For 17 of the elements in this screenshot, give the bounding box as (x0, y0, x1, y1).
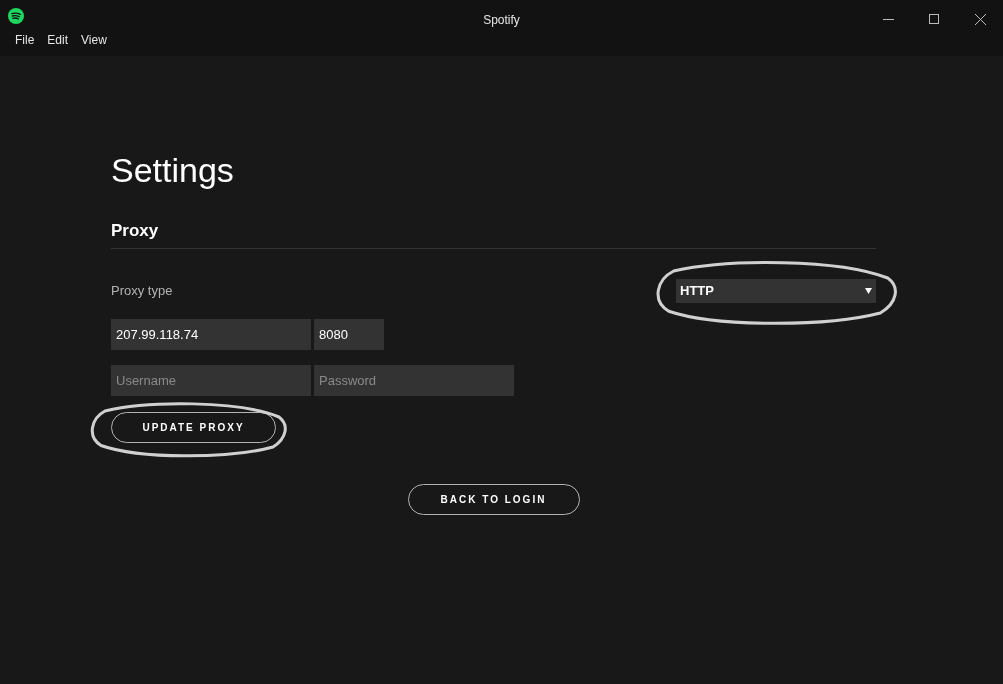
section-heading: Proxy (111, 220, 159, 242)
maximize-icon (929, 14, 939, 24)
menu-item[interactable]: View (81, 31, 107, 49)
username-input[interactable]: Username (111, 364, 311, 396)
window-title: Spotify (483, 12, 520, 29)
proxy-type-dropdown[interactable]: HTTP (676, 278, 876, 303)
password-input[interactable]: Password (314, 364, 514, 396)
close-icon (974, 13, 986, 25)
port-input[interactable]: 8080 (314, 318, 384, 350)
host-input[interactable]: 207.99.118.74 (111, 318, 311, 350)
menu-item[interactable]: Edit (47, 31, 69, 49)
menu-item[interactable]: File (15, 31, 35, 49)
minimize-icon (882, 18, 894, 20)
field-label: Proxy type (111, 281, 173, 300)
page-title: Settings (111, 150, 234, 190)
caret-icon (865, 287, 872, 294)
app-logo-icon (8, 8, 24, 24)
